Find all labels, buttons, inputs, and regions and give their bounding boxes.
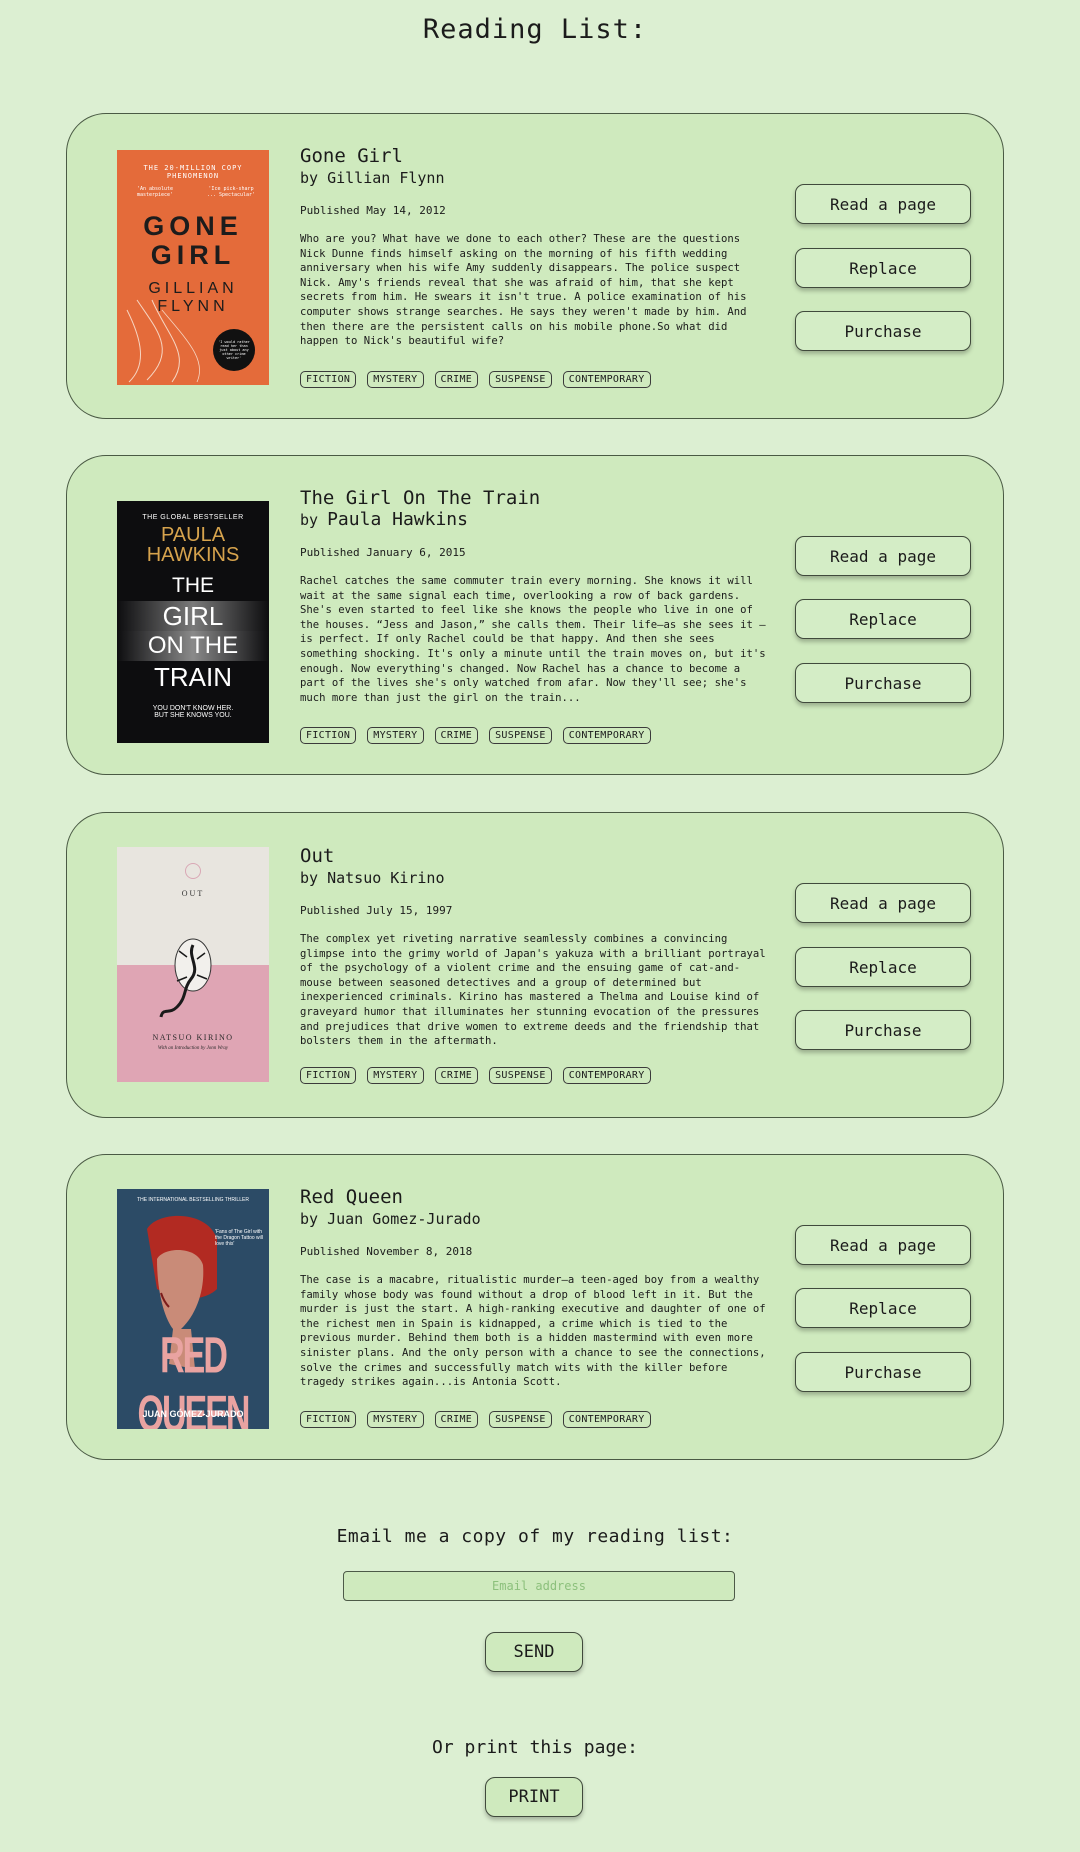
cover-author: JUAN GÓMEZ-JURADO [142,1409,244,1419]
book-info: Gone Girl by Gillian Flynn Published May… [300,144,770,349]
tag-suspense[interactable]: SUSPENSE [489,1411,552,1428]
read-a-page-button[interactable]: Read a page [795,1225,971,1265]
cover-author: GILLIAN [148,280,238,297]
tag-list: FICTION MYSTERY CRIME SUSPENSE CONTEMPOR… [300,1067,651,1084]
cover-quote: 'Ice pick-sharp ... Spectacular' [206,186,256,198]
read-a-page-button[interactable]: Read a page [795,184,971,224]
tag-crime[interactable]: CRIME [434,1411,479,1428]
cover-quote: 'An absolute masterpiece' [136,186,174,198]
book-cover[interactable]: OUT NATSUO KIRINO With an Introduction b… [117,847,269,1082]
book-title: The Girl On The Train [300,487,541,509]
tag-mystery[interactable]: MYSTERY [367,371,424,388]
tag-list: FICTION MYSTERY CRIME SUSPENSE CONTEMPOR… [300,371,651,388]
print-section-title: Or print this page: [432,1737,638,1758]
cover-title: THE [172,574,214,597]
tag-mystery[interactable]: MYSTERY [367,1411,424,1428]
book-published: Published May 14, 2012 [300,204,446,217]
tag-list: FICTION MYSTERY CRIME SUSPENSE CONTEMPOR… [300,727,651,744]
purchase-button[interactable]: Purchase [795,311,971,351]
purchase-button[interactable]: Purchase [795,1010,971,1050]
cover-title: TRAIN [154,662,232,692]
book-cover[interactable]: THE GLOBAL BESTSELLER PAULA HAWKINS THE … [117,501,269,743]
replace-button[interactable]: Replace [795,599,971,639]
tag-mystery[interactable]: MYSTERY [367,1067,424,1084]
book-cover[interactable]: THE INTERNATIONAL BESTSELLING THRILLER '… [117,1189,269,1429]
book-published: Published January 6, 2015 [300,546,466,559]
send-button[interactable]: SEND [485,1632,583,1672]
cover-tagline: BUT SHE KNOWS YOU. [154,712,232,719]
book-author: by Paula Hawkins [300,509,468,530]
book-description: Rachel catches the same commuter train e… [300,575,766,704]
cover-tagline: THE GLOBAL BESTSELLER [142,514,244,521]
cover-tagline: THE 20-MILLION COPY [143,164,243,172]
replace-button[interactable]: Replace [795,947,971,987]
purchase-button[interactable]: Purchase [795,663,971,703]
tag-contemporary[interactable]: CONTEMPORARY [562,371,651,388]
cover-author: NATSUO KIRINO [152,1033,234,1042]
book-card-red-queen: THE INTERNATIONAL BESTSELLING THRILLER '… [66,1154,1004,1460]
cover-title: GIRL [117,601,269,631]
purchase-button[interactable]: Purchase [795,1352,971,1392]
cover-intro: With an Introduction by Jonn Wray [157,1046,229,1051]
book-published: Published November 8, 2018 [300,1245,473,1258]
book-info: Red Queen by Juan Gomez-Jurado Published… [300,1185,770,1390]
cover-title: GIRL [150,240,236,270]
email-input[interactable] [343,1571,735,1601]
tag-fiction[interactable]: FICTION [300,371,357,388]
tag-crime[interactable]: CRIME [434,1067,479,1084]
book-author: by Gillian Flynn [300,169,445,187]
tag-fiction[interactable]: FICTION [300,1411,357,1428]
cover-tagline: YOU DON'T KNOW HER. [152,705,234,712]
book-title: Red Queen [300,1186,403,1208]
replace-button[interactable]: Replace [795,1288,971,1328]
cover-badge: 'I would rather read her than just about… [213,329,255,371]
replace-button[interactable]: Replace [795,248,971,288]
book-cover[interactable]: THE 20-MILLION COPY PHENOMENON 'An absol… [117,150,269,385]
read-a-page-button[interactable]: Read a page [795,536,971,576]
book-card-gone-girl: THE 20-MILLION COPY PHENOMENON 'An absol… [66,113,1004,419]
book-title: Gone Girl [300,145,403,167]
cover-author: FLYNN [157,298,229,315]
book-description: The complex yet riveting narrative seaml… [300,933,766,1048]
cover-title: GONE [143,211,243,241]
tag-suspense[interactable]: SUSPENSE [489,1067,552,1084]
book-description: The case is a macabre, ritualistic murde… [300,1274,766,1389]
tag-mystery[interactable]: MYSTERY [367,727,424,744]
book-author: by Natsuo Kirino [300,869,445,887]
cover-title: ON THE [117,631,269,661]
tag-contemporary[interactable]: CONTEMPORARY [562,727,651,744]
email-section-title: Email me a copy of my reading list: [336,1526,734,1547]
tag-crime[interactable]: CRIME [434,727,479,744]
page-title: Reading List: [422,14,648,45]
tag-contemporary[interactable]: CONTEMPORARY [562,1067,651,1084]
cover-blurb: 'Fans of The Girl with the Dragon Tattoo… [215,1229,263,1247]
read-a-page-button[interactable]: Read a page [795,883,971,923]
book-author: by Juan Gomez-Jurado [300,1210,481,1228]
tag-suspense[interactable]: SUSPENSE [489,727,552,744]
book-info: The Girl On The Train by Paula Hawkins P… [300,486,770,705]
tag-contemporary[interactable]: CONTEMPORARY [562,1411,651,1428]
tag-list: FICTION MYSTERY CRIME SUSPENSE CONTEMPOR… [300,1411,651,1428]
book-info: Out by Natsuo Kirino Published July 15, … [300,844,770,1049]
book-title: Out [300,845,335,867]
tag-suspense[interactable]: SUSPENSE [489,371,552,388]
cover-tagline: PHENOMENON [166,172,220,180]
tag-crime[interactable]: CRIME [434,371,479,388]
book-published: Published July 15, 1997 [300,904,453,917]
cover-author: PAULA [160,524,226,546]
cover-author: HAWKINS [146,544,240,566]
print-button[interactable]: PRINT [485,1777,583,1817]
book-card-girl-on-the-train: THE GLOBAL BESTSELLER PAULA HAWKINS THE … [66,455,1004,775]
tag-fiction[interactable]: FICTION [300,1067,357,1084]
book-card-out: OUT NATSUO KIRINO With an Introduction b… [66,812,1004,1118]
tag-fiction[interactable]: FICTION [300,727,357,744]
book-description: Who are you? What have we done to each o… [300,233,747,348]
